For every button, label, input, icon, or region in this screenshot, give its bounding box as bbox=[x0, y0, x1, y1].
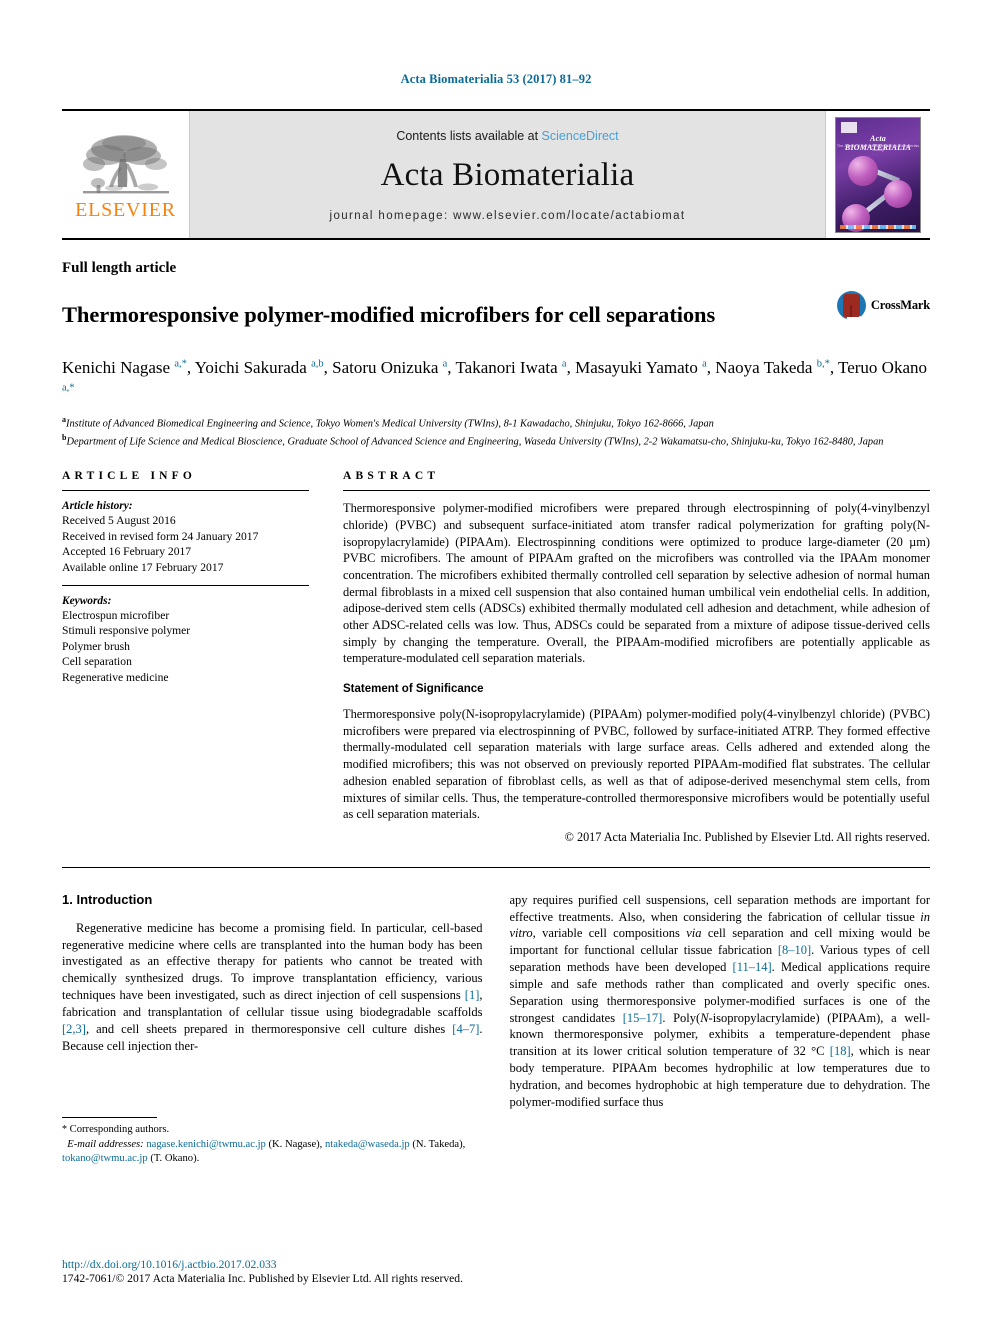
journal-cover-thumbnail: Acta BIOMATERIALIA The Journal of The Ac… bbox=[835, 116, 921, 233]
page-title: Thermoresponsive polymer-modified microf… bbox=[62, 302, 716, 328]
statement-of-significance-heading: Statement of Significance bbox=[343, 683, 484, 696]
keyword-item: Electrospun microfiber bbox=[62, 609, 170, 623]
keyword-item: Polymer brush bbox=[62, 639, 130, 653]
article-info-heading: ARTICLE INFO bbox=[62, 470, 197, 483]
footnote-corresponding-text: Corresponding authors. bbox=[69, 1124, 170, 1136]
keyword-item: Regenerative medicine bbox=[62, 670, 169, 684]
divider bbox=[343, 490, 930, 492]
crossmark-icon bbox=[836, 291, 866, 320]
footnote-emails: E-mail addresses: nagase.kenichi@twmu.ac… bbox=[62, 1138, 483, 1167]
cover-sphere-icon bbox=[884, 179, 912, 208]
article-history-list: Received 5 August 2016 Received in revis… bbox=[62, 513, 309, 575]
intro-paragraph-left: Regenerative medicine has become a promi… bbox=[62, 920, 483, 1053]
cover-sphere-icon bbox=[848, 155, 878, 186]
journal-banner: Contents lists available at ScienceDirec… bbox=[190, 111, 825, 238]
cover-subtitle: The Journal of The Acta Materialia Inc. … bbox=[836, 143, 920, 152]
footnote-divider bbox=[62, 1117, 157, 1119]
article-info-column: ARTICLE INFO Article history: Received 5… bbox=[62, 470, 309, 844]
issn-copyright-line: 1742-7061/© 2017 Acta Materialia Inc. Pu… bbox=[62, 1272, 463, 1285]
title-row: Thermoresponsive polymer-modified microf… bbox=[62, 287, 930, 344]
email-addresses-label: E-mail addresses: bbox=[67, 1138, 144, 1150]
article-type-label: Full length article bbox=[62, 260, 177, 276]
divider bbox=[62, 866, 930, 868]
contents-prefix: Contents lists available at bbox=[396, 129, 542, 143]
journal-title: Acta Biomaterialia bbox=[380, 157, 635, 193]
crossmark-label: CrossMark bbox=[870, 298, 930, 312]
footnote-star: * bbox=[62, 1124, 67, 1136]
body-column-left: 1. Introduction Regenerative medicine ha… bbox=[62, 892, 483, 1167]
paper-page: Acta Biomaterialia 53 (2017) 81–92 ELSEV… bbox=[0, 0, 992, 1323]
doi-link[interactable]: http://dx.doi.org/10.1016/j.actbio.2017.… bbox=[62, 1258, 492, 1271]
section-heading-introduction: 1. Introduction bbox=[62, 891, 153, 907]
info-abstract-block: ARTICLE INFO Article history: Received 5… bbox=[62, 470, 930, 844]
body-columns: 1. Introduction Regenerative medicine ha… bbox=[62, 892, 930, 1167]
intro-paragraph-right: apy requires purified cell suspensions, … bbox=[509, 892, 931, 1109]
keywords-label: Keywords: bbox=[62, 595, 112, 608]
keywords-list: Electrospun microfiber Stimuli responsiv… bbox=[62, 608, 309, 685]
abstract-column: ABSTRACT Thermoresponsive polymer-modifi… bbox=[343, 470, 930, 844]
divider bbox=[62, 490, 309, 492]
cover-elsevier-logo-icon bbox=[841, 121, 857, 133]
journal-homepage[interactable]: journal homepage: www.elsevier.com/locat… bbox=[330, 210, 686, 222]
keyword-item: Stimuli responsive polymer bbox=[62, 624, 191, 638]
affiliation-a: aInstitute of Advanced Biomedical Engine… bbox=[62, 414, 714, 430]
footnote-block: * Corresponding authors. E-mail addresse… bbox=[62, 1117, 483, 1166]
affiliation-b: bDepartment of Life Science and Medical … bbox=[62, 433, 884, 448]
running-head: Acta Biomaterialia 53 (2017) 81–92 bbox=[400, 72, 592, 86]
body-column-right: apy requires purified cell suspensions, … bbox=[510, 892, 931, 1167]
article-history-label: Article history: bbox=[62, 500, 133, 513]
elsevier-wordmark: ELSEVIER bbox=[75, 198, 176, 221]
elsevier-logo[interactable]: ELSEVIER bbox=[62, 111, 190, 238]
footnote-corresponding: * Corresponding authors. bbox=[62, 1123, 483, 1137]
elsevier-tree-icon bbox=[82, 134, 169, 193]
history-item: Received 5 August 2016 bbox=[62, 514, 176, 528]
history-item: Received in revised form 24 January 2017 bbox=[62, 529, 259, 543]
divider bbox=[62, 585, 309, 587]
contents-available-line: Contents lists available at ScienceDirec… bbox=[396, 129, 618, 143]
abstract-copyright: © 2017 Acta Materialia Inc. Published by… bbox=[564, 829, 930, 844]
history-item: Accepted 16 February 2017 bbox=[62, 545, 192, 559]
cover-color-bar bbox=[840, 224, 916, 229]
abstract-body: Thermoresponsive polymer-modified microf… bbox=[343, 501, 930, 666]
page-footer: http://dx.doi.org/10.1016/j.actbio.2017.… bbox=[62, 1258, 492, 1285]
statement-of-significance-body: Thermoresponsive poly(N-isopropylacrylam… bbox=[343, 707, 930, 822]
affiliation-list: aInstitute of Advanced Biomedical Engine… bbox=[62, 414, 930, 450]
journal-masthead: ELSEVIER Contents lists available at Sci… bbox=[62, 109, 930, 240]
sciencedirect-link[interactable]: ScienceDirect bbox=[542, 129, 619, 143]
author-list: Kenichi Nagase a,*, Yoichi Sakurada a,b,… bbox=[62, 357, 927, 394]
keyword-item: Cell separation bbox=[62, 655, 132, 669]
history-item: Available online 17 February 2017 bbox=[62, 560, 224, 574]
crossmark-badge[interactable]: CrossMark bbox=[836, 291, 930, 320]
journal-cover-cell: Acta BIOMATERIALIA The Journal of The Ac… bbox=[825, 111, 930, 238]
abstract-heading: ABSTRACT bbox=[343, 470, 440, 483]
